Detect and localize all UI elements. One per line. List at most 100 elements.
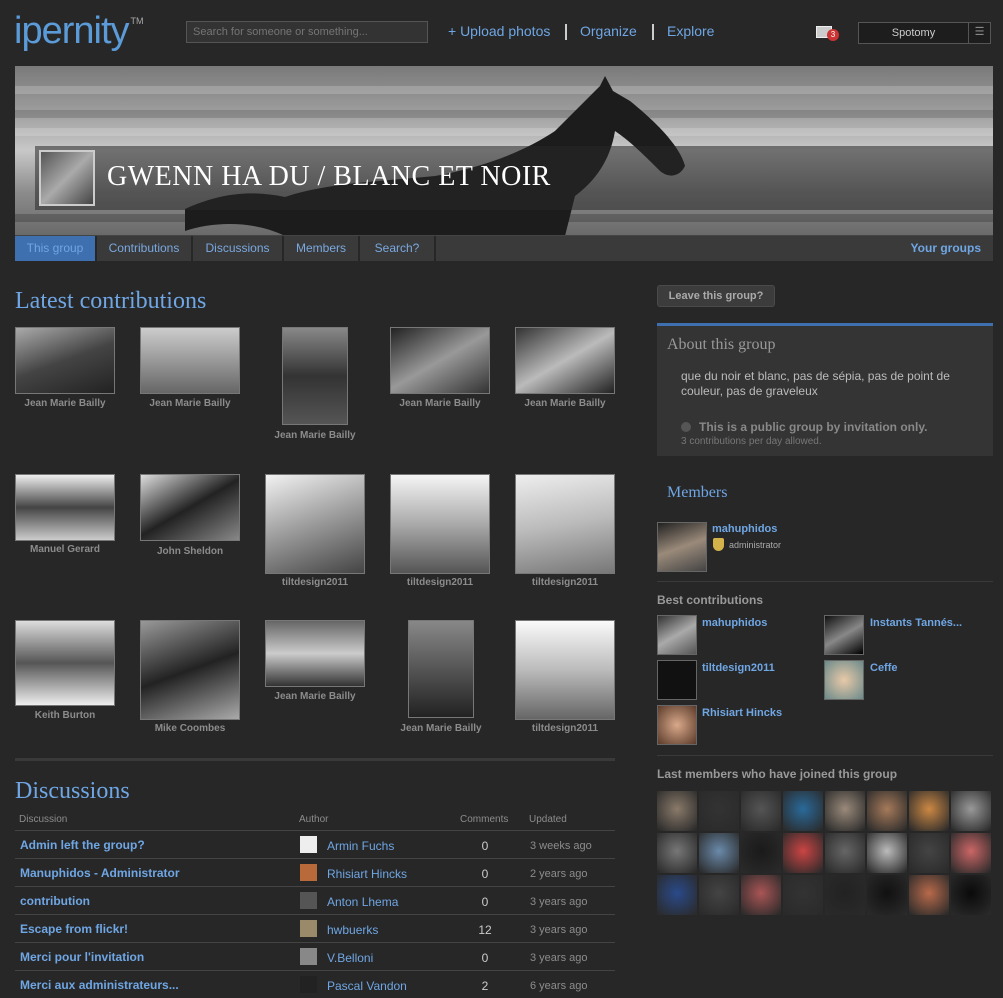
contribution-photo[interactable] — [515, 474, 615, 574]
member-avatar[interactable] — [657, 875, 697, 915]
best-contributor-link[interactable]: mahuphidos — [702, 617, 767, 629]
contribution-photo[interactable] — [282, 327, 348, 425]
contribution-author[interactable]: Jean Marie Bailly — [5, 398, 125, 409]
member-avatar[interactable] — [867, 791, 907, 831]
member-avatar[interactable] — [783, 791, 823, 831]
member-avatar[interactable] — [951, 875, 991, 915]
contribution-author[interactable]: Jean Marie Bailly — [130, 398, 250, 409]
author-link[interactable]: Armin Fuchs — [327, 839, 394, 853]
member-avatar[interactable] — [699, 833, 739, 873]
member-avatar[interactable] — [783, 875, 823, 915]
tab-members[interactable]: Members — [284, 236, 360, 261]
contribution-photo[interactable] — [140, 474, 240, 541]
discussion-title-link[interactable]: Manuphidos - Administrator — [20, 866, 180, 880]
contribution-photo[interactable] — [15, 474, 115, 541]
contribution-author[interactable]: Mike Coombes — [130, 723, 250, 734]
tab-this-group[interactable]: This group — [15, 236, 97, 261]
member-avatar[interactable] — [909, 875, 949, 915]
tab-contributions[interactable]: Contributions — [97, 236, 193, 261]
member-avatar[interactable] — [867, 875, 907, 915]
tab-search[interactable]: Search? — [360, 236, 436, 261]
your-groups-link[interactable]: Your groups — [911, 236, 981, 261]
contribution-author[interactable]: John Sheldon — [130, 546, 250, 557]
author-avatar[interactable] — [300, 892, 317, 909]
discussion-row[interactable]: Admin left the group? Armin Fuchs 0 3 we… — [15, 830, 615, 858]
best-contributor-link[interactable]: Rhisiart Hincks — [702, 707, 782, 719]
contribution-photo[interactable] — [515, 327, 615, 394]
author-avatar[interactable] — [300, 920, 317, 937]
contribution-author[interactable]: Keith Burton — [5, 710, 125, 721]
best-contributor-link[interactable]: tiltdesign2011 — [702, 662, 775, 674]
best-avatar[interactable] — [824, 660, 864, 700]
explore-link[interactable]: Explore — [667, 23, 714, 39]
member-avatar[interactable] — [699, 875, 739, 915]
best-avatar[interactable] — [824, 615, 864, 655]
contribution-author[interactable]: tiltdesign2011 — [255, 577, 375, 588]
member-avatar[interactable] — [825, 875, 865, 915]
search-input[interactable] — [186, 21, 428, 43]
menu-icon[interactable]: ☰ — [968, 23, 990, 43]
leave-group-button[interactable]: Leave this group? — [657, 285, 775, 307]
discussion-title-link[interactable]: Escape from flickr! — [20, 922, 128, 936]
author-avatar[interactable] — [300, 976, 317, 993]
author-avatar[interactable] — [300, 948, 317, 965]
author-link[interactable]: V.Belloni — [327, 951, 373, 965]
best-contributor-link[interactable]: Ceffe — [870, 662, 898, 674]
contribution-author[interactable]: Jean Marie Bailly — [255, 691, 375, 702]
contribution-photo[interactable] — [390, 327, 490, 394]
member-avatar[interactable] — [909, 833, 949, 873]
user-menu[interactable]: Spotomy ☰ — [858, 22, 991, 44]
contribution-author[interactable]: tiltdesign2011 — [505, 577, 625, 588]
member-avatar[interactable] — [825, 833, 865, 873]
member-avatar[interactable] — [657, 833, 697, 873]
contribution-author[interactable]: Manuel Gerard — [5, 544, 125, 555]
admin-avatar[interactable] — [657, 522, 707, 572]
contribution-photo[interactable] — [15, 620, 115, 706]
member-avatar[interactable] — [741, 791, 781, 831]
organize-link[interactable]: Organize — [580, 23, 637, 39]
discussion-title-link[interactable]: Merci pour l'invitation — [20, 950, 144, 964]
best-contributor-link[interactable]: Instants Tannés... — [870, 617, 962, 629]
member-avatar[interactable] — [951, 833, 991, 873]
discussion-row[interactable]: Manuphidos - Administrator Rhisiart Hinc… — [15, 858, 615, 886]
discussion-row[interactable]: Escape from flickr! hwbuerks 12 3 years … — [15, 914, 615, 942]
member-avatar[interactable] — [783, 833, 823, 873]
admin-name-link[interactable]: mahuphidos — [712, 523, 777, 535]
author-avatar[interactable] — [300, 864, 317, 881]
contribution-photo[interactable] — [390, 474, 490, 574]
member-avatar[interactable] — [741, 875, 781, 915]
contribution-photo[interactable] — [140, 620, 240, 720]
author-link[interactable]: Pascal Vandon — [327, 979, 407, 993]
best-avatar[interactable] — [657, 615, 697, 655]
contribution-photo[interactable] — [265, 620, 365, 687]
contribution-author[interactable]: Jean Marie Bailly — [505, 398, 625, 409]
member-avatar[interactable] — [951, 791, 991, 831]
member-avatar[interactable] — [867, 833, 907, 873]
contribution-author[interactable]: Jean Marie Bailly — [255, 430, 375, 441]
tab-discussions[interactable]: Discussions — [193, 236, 284, 261]
contribution-author[interactable]: tiltdesign2011 — [380, 577, 500, 588]
member-avatar[interactable] — [909, 791, 949, 831]
best-avatar[interactable] — [657, 660, 697, 700]
member-avatar[interactable] — [741, 833, 781, 873]
upload-photos-link[interactable]: + Upload photos — [448, 23, 550, 39]
discussion-title-link[interactable]: Merci aux administrateurs... — [20, 978, 179, 992]
contribution-author[interactable]: tiltdesign2011 — [505, 723, 625, 734]
discussion-row[interactable]: Merci pour l'invitation V.Belloni 0 3 ye… — [15, 942, 615, 970]
member-avatar[interactable] — [699, 791, 739, 831]
author-link[interactable]: Anton Lhema — [327, 895, 398, 909]
contribution-photo[interactable] — [140, 327, 240, 394]
contribution-photo[interactable] — [265, 474, 365, 574]
author-link[interactable]: Rhisiart Hincks — [327, 867, 407, 881]
contribution-author[interactable]: Jean Marie Bailly — [380, 398, 500, 409]
member-avatar[interactable] — [657, 791, 697, 831]
best-avatar[interactable] — [657, 705, 697, 745]
contribution-photo[interactable] — [515, 620, 615, 720]
author-link[interactable]: hwbuerks — [327, 923, 378, 937]
contribution-author[interactable]: Jean Marie Bailly — [381, 723, 501, 734]
discussion-title-link[interactable]: contribution — [20, 894, 90, 908]
member-avatar[interactable] — [825, 791, 865, 831]
discussion-title-link[interactable]: Admin left the group? — [20, 838, 145, 852]
author-avatar[interactable] — [300, 836, 317, 853]
discussion-row[interactable]: contribution Anton Lhema 0 3 years ago — [15, 886, 615, 914]
